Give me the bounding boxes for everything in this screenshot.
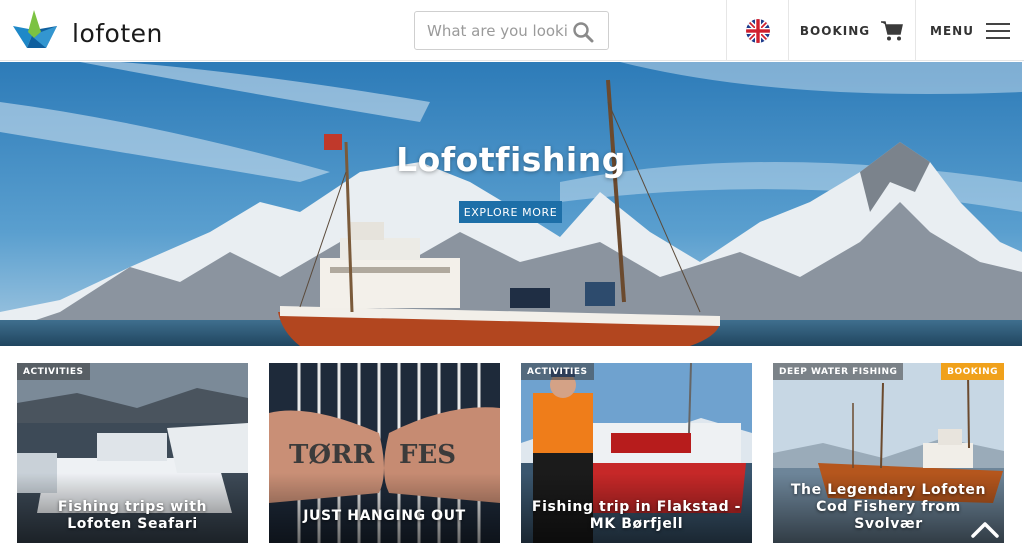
card-category-tag: DEEP WATER FISHING: [773, 363, 904, 380]
site-logo[interactable]: lofoten: [10, 8, 163, 52]
booking-badge: BOOKING: [941, 363, 1004, 380]
booking-label: BOOKING: [799, 23, 871, 38]
hamburger-icon: [985, 22, 1010, 39]
hero-banner: Lofotfishing EXPLORE MORE: [0, 62, 1022, 346]
language-switcher[interactable]: [726, 0, 788, 61]
menu-button[interactable]: MENU: [915, 0, 1024, 61]
explore-more-button[interactable]: EXPLORE MORE: [459, 201, 562, 223]
card-title[interactable]: JUST HANGING OUT: [277, 508, 492, 525]
uk-flag-icon[interactable]: [745, 18, 770, 43]
card-category-tag: ACTIVITIES: [521, 363, 594, 380]
card-fishing-trips-seafari[interactable]: ACTIVITIES Fishing trips with Lofoten Se…: [17, 363, 248, 543]
site-header: lofoten BOOKING: [0, 0, 1024, 61]
card-title[interactable]: The Legendary Lofoten Cod Fishery from S…: [781, 482, 996, 533]
card-title[interactable]: Fishing trips with Lofoten Seafari: [25, 499, 240, 533]
search-input[interactable]: [427, 20, 567, 42]
card-title[interactable]: Fishing trip in Flakstad - MK Børfjell: [529, 499, 744, 533]
cart-icon: [881, 20, 904, 40]
menu-label: MENU: [930, 23, 974, 38]
card-just-hanging-out[interactable]: TØRR FES JUST HANGING OUT: [269, 363, 500, 543]
chevron-up-icon: [971, 522, 999, 538]
brand-name: lofoten: [72, 18, 163, 48]
search-box[interactable]: [414, 11, 609, 50]
svg-text:FES: FES: [399, 440, 456, 470]
hero-title: Lofotfishing: [396, 140, 626, 179]
card-category-tag: ACTIVITIES: [17, 363, 90, 380]
logo-mark-icon: [13, 10, 57, 48]
search-icon[interactable]: [572, 21, 594, 43]
scroll-to-top-button[interactable]: [965, 512, 1005, 546]
card-fishing-trip-flakstad[interactable]: ACTIVITIES Fishing trip in Flakstad - MK…: [521, 363, 752, 543]
svg-text:TØRR: TØRR: [289, 440, 375, 470]
booking-button[interactable]: BOOKING: [788, 0, 915, 61]
